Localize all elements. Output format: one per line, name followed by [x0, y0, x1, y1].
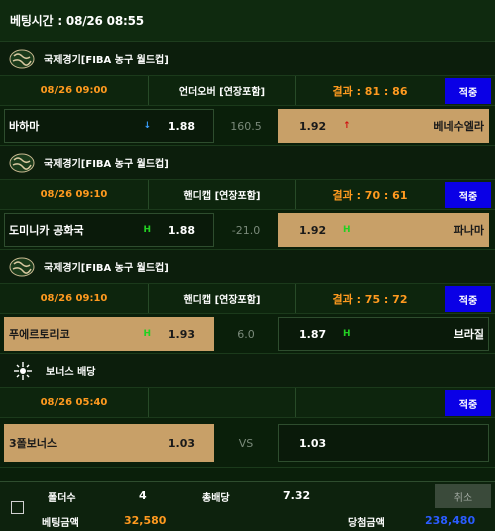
game-meta: 08/26 09:00 언더오버 [연장포함] 결과 : 81 : 86 적중 [0, 76, 495, 106]
win-amount-value: 238,480 [425, 514, 476, 527]
sparkle-icon [14, 361, 32, 380]
away-team: 브라질 [453, 328, 484, 341]
home-odds-button[interactable]: 바하마 ↓ 1.88 [4, 109, 214, 143]
away-odds-button[interactable]: 1.87 H 브라질 [278, 317, 489, 351]
bet-type: 핸디캡 [연장포함] [148, 180, 296, 209]
total-odds-value: 7.32 [283, 489, 311, 502]
league-name: 국제경기[FIBA 농구 월드컵] [44, 159, 169, 170]
handicap-marker: H [143, 329, 151, 339]
line-value: 6.0 [237, 327, 255, 341]
total-odds-label: 총배당 [202, 493, 230, 504]
game-date: 08/26 09:10 [40, 293, 108, 304]
bonus-date: 08/26 05:40 [40, 397, 108, 408]
home-odd: 1.88 [167, 119, 195, 133]
globe-icon [9, 257, 35, 276]
league-header: 국제경기[FIBA 농구 월드컵] [0, 42, 495, 76]
handicap-marker: H [343, 225, 351, 235]
globe-icon [9, 153, 35, 172]
league-name: 국제경기[FIBA 농구 월드컵] [44, 55, 169, 66]
home-odds-button[interactable]: 푸에르토리코 H 1.93 [4, 317, 214, 351]
league-name: 국제경기[FIBA 농구 월드컵] [44, 263, 169, 274]
cancel-button[interactable]: 취소 [435, 484, 491, 508]
hit-badge: 적중 [445, 182, 491, 208]
game-meta: 08/26 09:10 핸디캡 [연장포함] 결과 : 70 : 61 적중 [0, 180, 495, 210]
bonus-home-button[interactable]: 3폴보너스 1.03 [4, 424, 214, 462]
line-value: 160.5 [230, 119, 262, 133]
bet-type: 핸디캡 [연장포함] [148, 284, 296, 313]
hit-badge: 적중 [445, 286, 491, 312]
home-team: 바하마 [9, 120, 40, 133]
bonus-type-cell [148, 388, 296, 417]
home-odds-button[interactable]: 도미니카 공화국 H 1.88 [4, 213, 214, 247]
line-value: -21.0 [231, 223, 261, 237]
hit-badge: 적중 [445, 78, 491, 104]
folder-count-value: 4 [139, 489, 147, 502]
bet-summary-footer: 폴더수 4 총배당 7.32 취소 베팅금액 32,580 당첨금액 238,4… [0, 481, 495, 531]
away-odd: 1.92 [299, 119, 327, 133]
hit-badge: 적중 [445, 390, 491, 416]
bonus-header: 보너스 배당 [0, 354, 495, 388]
select-all-checkbox[interactable] [11, 501, 24, 514]
bonus-odds-row: 3폴보너스 1.03 VS 1.03 [0, 418, 495, 468]
away-team: 베네수엘라 [433, 120, 484, 133]
away-odds-button[interactable]: 1.92 H 파나마 [278, 213, 489, 247]
bet-amount-label: 베팅금액 [42, 518, 79, 529]
away-odds-button[interactable]: 1.92 ↑ 베네수엘라 [278, 109, 489, 143]
bonus-home-odd: 1.03 [167, 436, 195, 450]
game-meta: 08/26 09:10 핸디캡 [연장포함] 결과 : 75 : 72 적중 [0, 284, 495, 314]
folder-count-label: 폴더수 [48, 493, 76, 504]
bonus-away-odd: 1.03 [299, 436, 327, 450]
home-odd: 1.88 [167, 223, 195, 237]
bet-time-header: 베팅시간 : 08/26 08:55 [0, 0, 495, 42]
odds-row: 바하마 ↓ 1.88 160.5 1.92 ↑ 베네수엘라 [0, 106, 495, 146]
odds-row: 도미니카 공화국 H 1.88 -21.0 1.92 H 파나마 [0, 210, 495, 250]
bet-type: 언더오버 [연장포함] [148, 76, 296, 105]
game-date: 08/26 09:00 [40, 85, 108, 96]
league-header: 국제경기[FIBA 농구 월드컵] [0, 250, 495, 284]
win-amount-label: 당첨금액 [348, 518, 385, 529]
game-result: 결과 : 75 : 72 [332, 292, 408, 306]
league-header: 국제경기[FIBA 농구 월드컵] [0, 146, 495, 180]
game-result: 결과 : 81 : 86 [332, 84, 408, 98]
away-odd: 1.87 [299, 327, 327, 341]
home-team: 도미니카 공화국 [9, 224, 84, 237]
home-team: 푸에르토리코 [9, 328, 70, 341]
away-team: 파나마 [453, 224, 484, 237]
bonus-name: 3폴보너스 [9, 437, 58, 450]
bonus-title: 보너스 배당 [46, 367, 96, 378]
globe-icon [9, 49, 35, 68]
up-arrow-icon: ↑ [343, 121, 351, 131]
away-odd: 1.92 [299, 223, 327, 237]
game-date: 08/26 09:10 [40, 189, 108, 200]
down-arrow-icon: ↓ [143, 121, 151, 131]
vs-label: VS [238, 436, 254, 450]
bonus-away-button[interactable]: 1.03 [278, 424, 489, 462]
odds-row: 푸에르토리코 H 1.93 6.0 1.87 H 브라질 [0, 314, 495, 354]
handicap-marker: H [143, 225, 151, 235]
home-odd: 1.93 [167, 327, 195, 341]
handicap-marker: H [343, 329, 351, 339]
bonus-meta: 08/26 05:40 적중 [0, 388, 495, 418]
game-result: 결과 : 70 : 61 [332, 188, 408, 202]
bet-amount-value: 32,580 [124, 514, 167, 527]
